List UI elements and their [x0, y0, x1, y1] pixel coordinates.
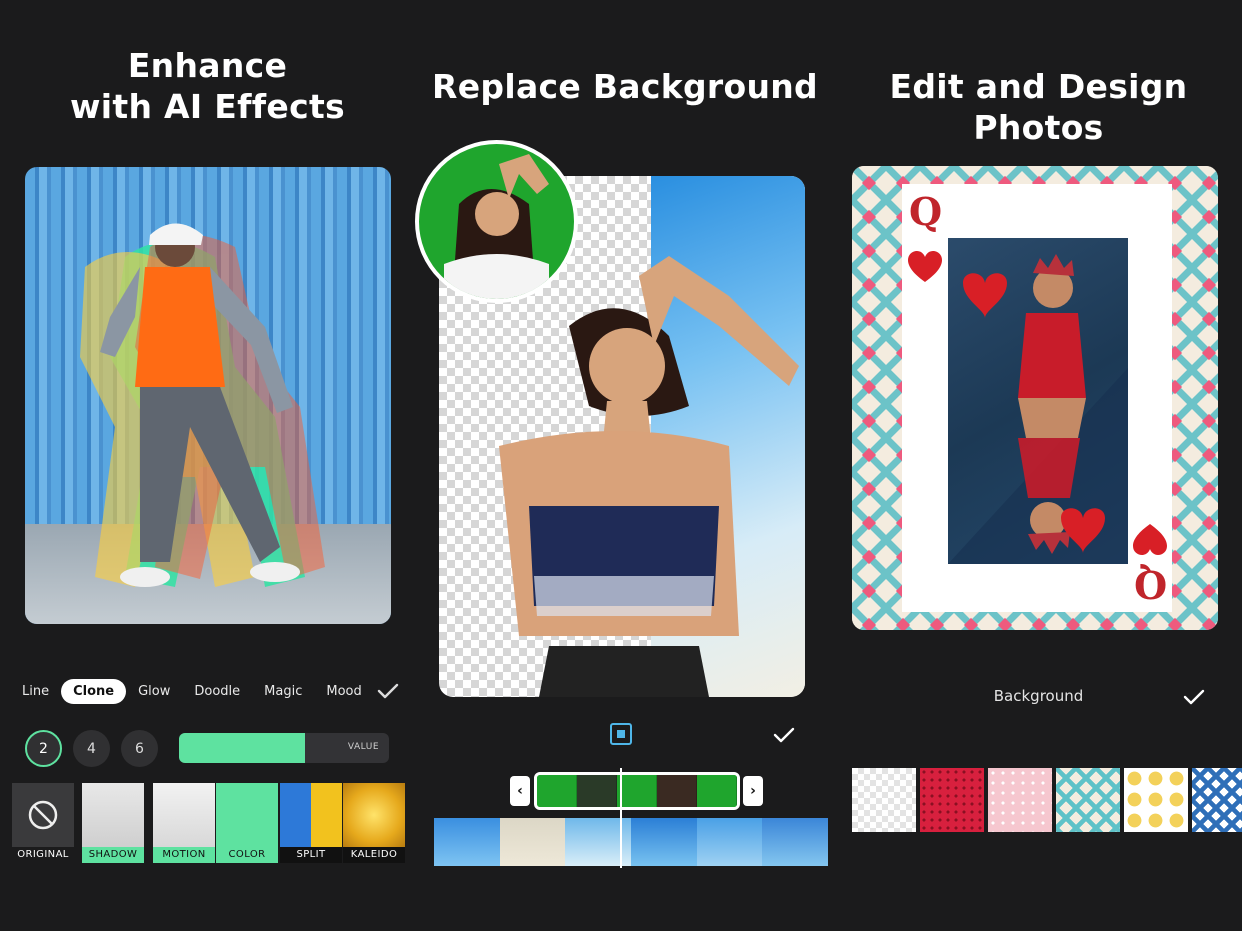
effect-tool-tabs: Line Clone Glow Doodle Magic Mood	[10, 678, 405, 704]
background-swatches	[852, 768, 1242, 832]
slider-fill	[179, 733, 305, 763]
effect-motion[interactable]: MOTION	[153, 783, 215, 863]
playing-card-design: Q Q	[852, 166, 1218, 630]
panel-title: Replace Background	[432, 67, 818, 106]
kaleido-thumb	[343, 783, 405, 847]
effect-label: SHADOW	[82, 847, 144, 863]
card-rank-bottom: Q	[1134, 562, 1168, 607]
effect-label: SPLIT	[280, 847, 342, 863]
tab-glow[interactable]: Glow	[126, 679, 182, 704]
effect-label: ORIGINAL	[12, 847, 74, 863]
swatch-transparent[interactable]	[852, 768, 916, 832]
effect-label: KALEIDO	[343, 847, 405, 863]
effect-label: COLOR	[216, 847, 278, 863]
trim-right-handle[interactable]: ›	[743, 776, 763, 806]
tab-clone[interactable]: Clone	[61, 678, 127, 704]
heart-suit-icon	[1133, 524, 1167, 555]
tab-doodle[interactable]: Doodle	[182, 679, 252, 704]
panel-title: Enhance with AI Effects	[0, 45, 415, 127]
effect-shadow[interactable]: SHADOW	[82, 783, 144, 863]
swatch-emoji[interactable]	[1124, 768, 1188, 832]
swatch-pink-sprinkles[interactable]	[988, 768, 1052, 832]
clone-count-selector: 2 4 6	[25, 730, 158, 767]
title-line-2: with AI Effects	[70, 87, 345, 126]
shadow-thumb	[82, 783, 144, 847]
motion-thumb	[153, 783, 215, 847]
panel-ai-effects: Enhance with AI Effects Line Clone Glow …	[0, 0, 415, 931]
panel-replace-background: Replace Background ‹ ›	[415, 0, 835, 931]
swatch-blue-pattern[interactable]	[1192, 768, 1242, 832]
apply-checkmark-icon[interactable]	[376, 679, 400, 703]
effect-color[interactable]: COLOR	[216, 783, 278, 863]
effect-split[interactable]: SPLIT	[280, 783, 342, 863]
clip-trimmer[interactable]: ‹ ›	[510, 772, 763, 810]
woman-original-thumb	[444, 154, 549, 299]
title-line-1: Enhance	[127, 46, 288, 85]
apply-checkmark-icon[interactable]	[772, 723, 796, 747]
effect-original[interactable]: ORIGINAL	[12, 783, 74, 863]
swatch-red-dots[interactable]	[920, 768, 984, 832]
timeline-playhead[interactable]	[620, 768, 622, 868]
background-timeline[interactable]	[434, 818, 828, 866]
count-option-4[interactable]: 4	[73, 730, 110, 767]
dancer-illustration	[80, 223, 325, 587]
original-thumb	[12, 783, 74, 847]
no-effect-icon	[28, 800, 58, 830]
swatch-teal-diamonds[interactable]	[1056, 768, 1120, 832]
apply-checkmark-icon[interactable]	[1182, 685, 1206, 709]
clip-frames	[534, 772, 740, 810]
panel-edit-design: Edit and Design Photos Q Q Background	[835, 0, 1242, 931]
effect-preview-photo	[25, 167, 391, 624]
count-option-2[interactable]: 2	[25, 730, 62, 767]
panel-title: Edit and Design Photos	[889, 67, 1188, 147]
tab-line[interactable]: Line	[10, 679, 61, 704]
effect-kaleido[interactable]: KALEIDO	[343, 783, 405, 863]
value-slider[interactable]: VALUE	[179, 733, 389, 763]
split-thumb	[280, 783, 342, 847]
card-rank-top: Q	[909, 189, 943, 234]
layer-toggle-button[interactable]	[610, 723, 632, 745]
original-green-screen-preview	[415, 140, 578, 303]
app-store-showcase: Enhance with AI Effects Line Clone Glow …	[0, 0, 1242, 931]
queen-photo	[948, 238, 1128, 564]
effect-label: MOTION	[153, 847, 215, 863]
background-label: Background	[993, 687, 1084, 705]
queen-portrait-illustration	[948, 254, 1128, 564]
tab-mood[interactable]: Mood	[314, 679, 373, 704]
color-thumb	[216, 783, 278, 847]
slider-label: VALUE	[347, 742, 379, 752]
trim-left-handle[interactable]: ‹	[510, 776, 530, 806]
tab-magic[interactable]: Magic	[252, 679, 314, 704]
heart-suit-icon	[908, 251, 942, 282]
count-option-6[interactable]: 6	[121, 730, 158, 767]
